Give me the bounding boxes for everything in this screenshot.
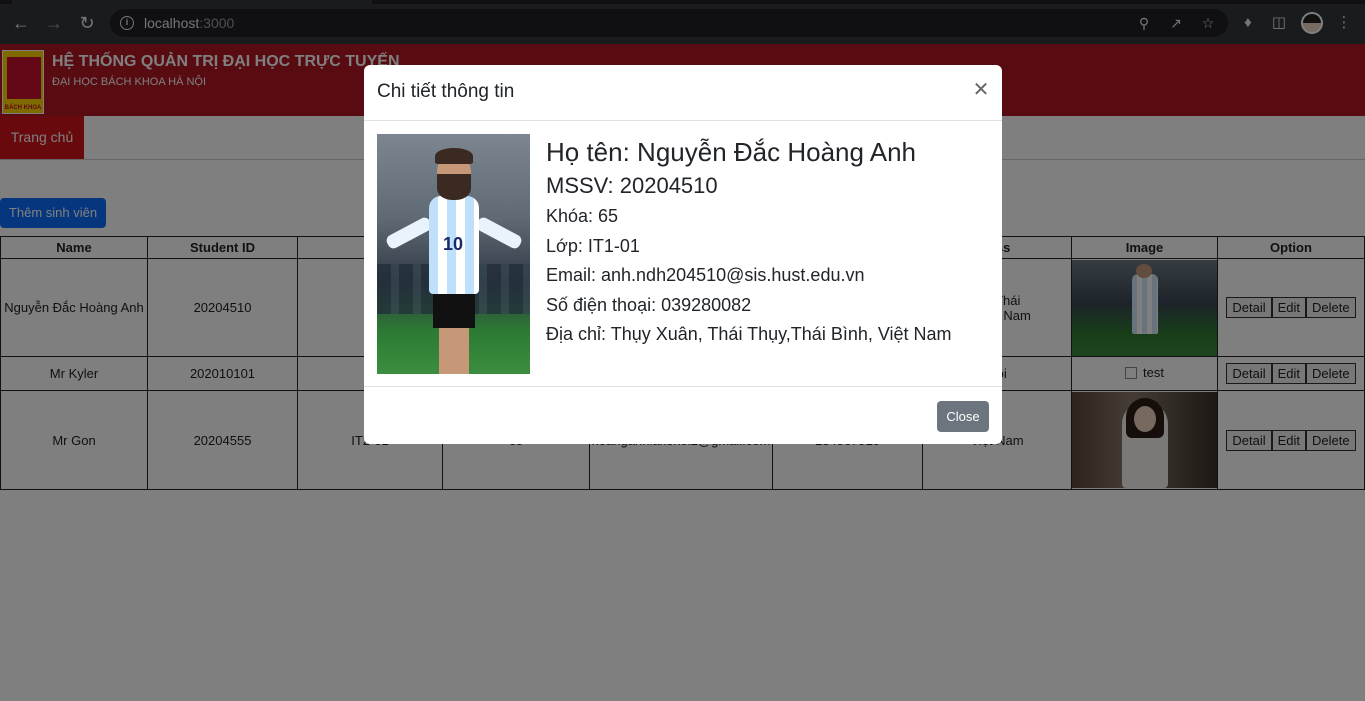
info-student-id: MSSV: 20204510 <box>546 173 718 198</box>
student-profile-photo: 10 <box>377 134 530 374</box>
modal-body: 10 Họ tên: Nguyễn Đắc Hoàng Anh MSSV: 20… <box>364 122 1002 386</box>
info-class: Lớp: IT1-01 <box>546 235 640 256</box>
info-full-name: Họ tên: Nguyễn Đắc Hoàng Anh <box>546 137 917 167</box>
student-info: Họ tên: Nguyễn Đắc Hoàng Anh MSSV: 20204… <box>546 136 952 350</box>
photo-jersey-number: 10 <box>443 234 464 254</box>
photo-legs <box>439 328 469 374</box>
modal-title: Chi tiết thông tin <box>377 81 515 102</box>
close-icon[interactable]: ✕ <box>970 79 992 101</box>
photo-arm-left <box>384 215 434 251</box>
modal-footer: Close <box>364 386 1002 444</box>
modal-header: Chi tiết thông tin ✕ <box>364 65 1002 121</box>
photo-arm-right <box>474 215 524 251</box>
info-phone: Số điện thoại: 039280082 <box>546 294 752 315</box>
close-button[interactable]: Close <box>937 401 989 432</box>
photo-hair <box>435 148 473 164</box>
info-address: Địa chỉ: Thụy Xuân, Thái Thụy,Thái Bình,… <box>546 324 952 344</box>
info-email: Email: anh.ndh204510@sis.hust.edu.vn <box>546 265 865 285</box>
photo-shorts <box>433 294 475 328</box>
info-course: Khóa: 65 <box>546 206 619 226</box>
photo-beard <box>437 174 471 200</box>
detail-modal: Chi tiết thông tin ✕ 10 Họ tên: Nguyễn Đ… <box>364 65 1002 444</box>
